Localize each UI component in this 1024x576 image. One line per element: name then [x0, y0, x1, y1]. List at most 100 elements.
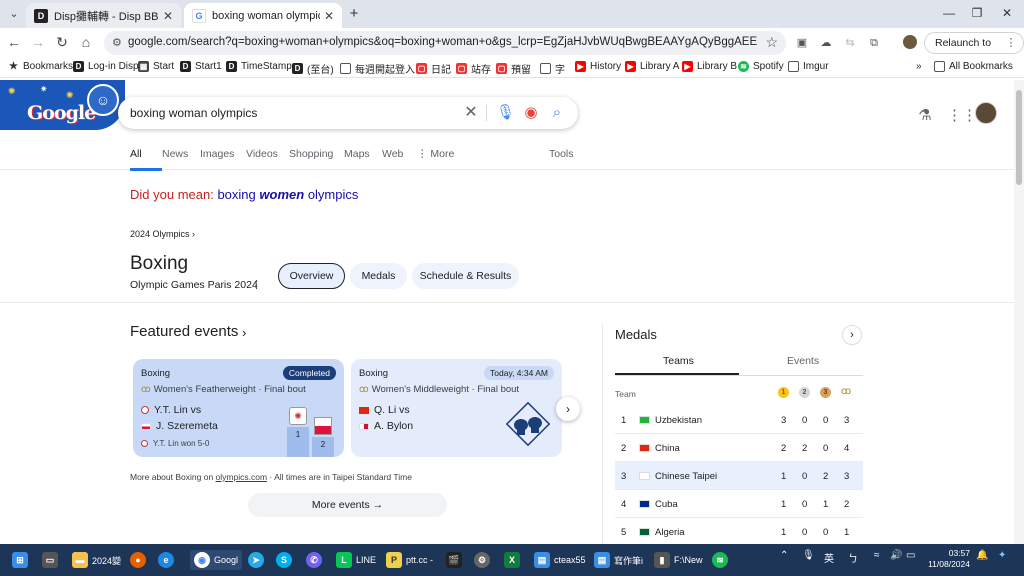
start-button[interactable]: ⊞ [12, 550, 32, 570]
tab-google-search[interactable]: G boxing woman olympics - Goo ✕ [184, 3, 342, 28]
taskbar-item[interactable]: X [504, 550, 524, 570]
ime-icon[interactable]: ㄅ [848, 550, 858, 565]
page-scrollbar[interactable] [1014, 80, 1024, 544]
event-card[interactable]: Boxing Today, 4:34 AM ꝏ Women's Middlewei… [351, 359, 562, 457]
bookmark-item[interactable]: ▶ History [575, 61, 621, 72]
microphone-icon[interactable]: 🎙 [496, 104, 515, 122]
taskbar-item[interactable]: L LINE [336, 550, 376, 570]
bookmark-star-icon[interactable]: ☆ [765, 34, 778, 51]
scrollbar-thumb[interactable] [1016, 90, 1022, 185]
home-icon[interactable]: ⌂ [78, 34, 94, 50]
notification-bell-icon[interactable]: 🔔 [976, 550, 988, 561]
featured-events-heading[interactable]: Featured events [130, 323, 238, 340]
bookmark-item[interactable]: D Log-in Disp [73, 61, 139, 72]
bookmarks-overflow-icon[interactable]: » [916, 61, 922, 72]
google-doodle[interactable]: ✺ ✷ ✺ Google ☺ [0, 80, 125, 130]
taskbar-item[interactable]: S [276, 550, 296, 570]
tab-maps[interactable]: Maps [344, 146, 382, 171]
olympics-link[interactable]: olympics.com [216, 472, 267, 482]
taskbar-item[interactable]: ➤ [248, 550, 268, 570]
lens-camera-icon[interactable]: ◉ [522, 104, 540, 122]
all-bookmarks[interactable]: All Bookmarks [934, 61, 1013, 72]
back-icon[interactable]: ← [6, 34, 22, 50]
restore-icon[interactable]: ❐ [968, 6, 986, 20]
taskbar-item[interactable]: ◉ Googl [190, 550, 243, 570]
tab-web[interactable]: Web [382, 146, 417, 171]
taskbar-item[interactable]: e [158, 550, 178, 570]
address-bar[interactable]: ⚙ google.com/search?q=boxing+woman+olymp… [104, 31, 786, 55]
extension-icon[interactable]: ▣ [795, 36, 809, 50]
bookmark-item[interactable]: D TimeStamp [226, 61, 292, 72]
tab-all[interactable]: All [130, 146, 162, 171]
input-language[interactable]: 英 [824, 550, 834, 565]
more-options-icon[interactable]: ⋮ [251, 278, 262, 291]
taskbar-item[interactable]: ≋ [712, 550, 732, 570]
microphone-tray-icon[interactable]: 🎙 [802, 550, 815, 561]
bookmark-item[interactable]: D Start1 [180, 61, 222, 72]
clear-icon[interactable]: ✕ [462, 104, 480, 122]
tab-more[interactable]: ⋮ More [417, 146, 454, 171]
medals-more-button[interactable]: › [842, 325, 862, 345]
medal-row[interactable]: 1 Uzbekistan 3 0 0 3 [615, 406, 863, 434]
minimize-icon[interactable]: — [940, 6, 958, 20]
battery-icon[interactable]: ▭ [906, 550, 915, 561]
taskbar-item[interactable]: 🎬 [446, 550, 466, 570]
copilot-icon[interactable]: ✦ [998, 550, 1006, 561]
tab-events[interactable]: Events [787, 355, 819, 367]
reload-icon[interactable]: ↻ [54, 34, 70, 50]
bookmark-item[interactable]: 字 [540, 61, 565, 76]
medal-row[interactable]: 5 Algeria 1 0 0 1 [615, 518, 863, 546]
close-window-icon[interactable]: ✕ [998, 6, 1016, 20]
tray-overflow-icon[interactable]: ⌃ [780, 550, 788, 561]
chip-medals[interactable]: Medals [350, 263, 407, 289]
tab-disp-bbs[interactable]: D Disp攤輔轉 - Disp BBS ✕ [26, 3, 181, 28]
event-card[interactable]: Boxing Completed ꝏ Women's Featherweight … [133, 359, 344, 457]
extensions-puzzle-icon[interactable]: ⧉ [867, 36, 881, 50]
bookmark-item[interactable]: ≋ Spotify [738, 61, 784, 72]
taskbar-item[interactable]: ▤ 寫作筆i [594, 550, 643, 570]
menu-kebab-icon[interactable]: ⋮ [1004, 36, 1018, 50]
taskbar-item[interactable]: ⚙ [474, 550, 494, 570]
chip-schedule-results[interactable]: Schedule & Results [412, 263, 519, 289]
taskbar-item[interactable]: ▤ cteax55 [534, 550, 586, 570]
account-avatar[interactable] [975, 102, 997, 124]
bookmark-item[interactable]: ▦ Start [138, 61, 174, 72]
tab-shopping[interactable]: Shopping [289, 146, 344, 171]
bookmark-item[interactable]: Imgur [788, 61, 829, 72]
breadcrumb[interactable]: 2024 Olympics › [130, 229, 195, 239]
taskbar-item[interactable]: ✆ [306, 550, 326, 570]
download-icon[interactable]: ☁ [819, 36, 833, 50]
suggested-query-link[interactable]: boxing women olympics [217, 187, 358, 202]
tools-button[interactable]: Tools [549, 148, 574, 160]
chip-overview[interactable]: Overview [278, 263, 345, 289]
site-info-icon[interactable]: ⚙ [112, 36, 122, 49]
taskbar-item[interactable]: ● [130, 550, 150, 570]
labs-flask-icon[interactable]: ⚗ [916, 107, 934, 125]
medal-row[interactable]: 4 Cuba 1 0 1 2 [615, 490, 863, 518]
bookmark-item[interactable]: ★ Bookmarks [8, 61, 73, 72]
bookmark-item[interactable]: ▢ 站存 [456, 61, 491, 76]
bookmark-item[interactable]: ▶ Library B [682, 61, 737, 72]
profile-avatar[interactable] [903, 35, 917, 49]
wifi-icon[interactable]: ≈ [874, 550, 880, 561]
bookmark-item[interactable]: D (至台) [292, 61, 334, 76]
search-icon[interactable]: ⌕ [548, 104, 566, 122]
bookmark-item[interactable]: ▢ 預留 [496, 61, 531, 76]
tab-images[interactable]: Images [200, 146, 246, 171]
close-tab-icon[interactable]: ✕ [324, 9, 334, 23]
tab-videos[interactable]: Videos [246, 146, 289, 171]
search-input[interactable] [130, 104, 450, 122]
apps-grid-icon[interactable]: ⋮⋮ [947, 107, 977, 125]
new-tab-icon[interactable]: + [346, 6, 362, 22]
taskbar-item[interactable]: ▮ F:\New [654, 550, 703, 570]
forward-icon[interactable]: → [30, 34, 46, 50]
tab-search-icon[interactable]: ⌄ [6, 6, 22, 22]
close-tab-icon[interactable]: ✕ [163, 9, 173, 23]
url-text[interactable]: google.com/search?q=boxing+woman+olympic… [128, 36, 758, 48]
bookmark-item[interactable]: ▢ 日記 [416, 61, 451, 76]
bookmark-item[interactable]: 每週開起登入 [340, 61, 415, 76]
taskbar-item[interactable]: Pptt.cc - [386, 550, 433, 570]
search-box[interactable]: ✕ 🎙 ◉ ⌕ [118, 97, 578, 129]
more-events-button[interactable]: More events → [248, 493, 447, 517]
tab-news[interactable]: News [162, 146, 200, 171]
